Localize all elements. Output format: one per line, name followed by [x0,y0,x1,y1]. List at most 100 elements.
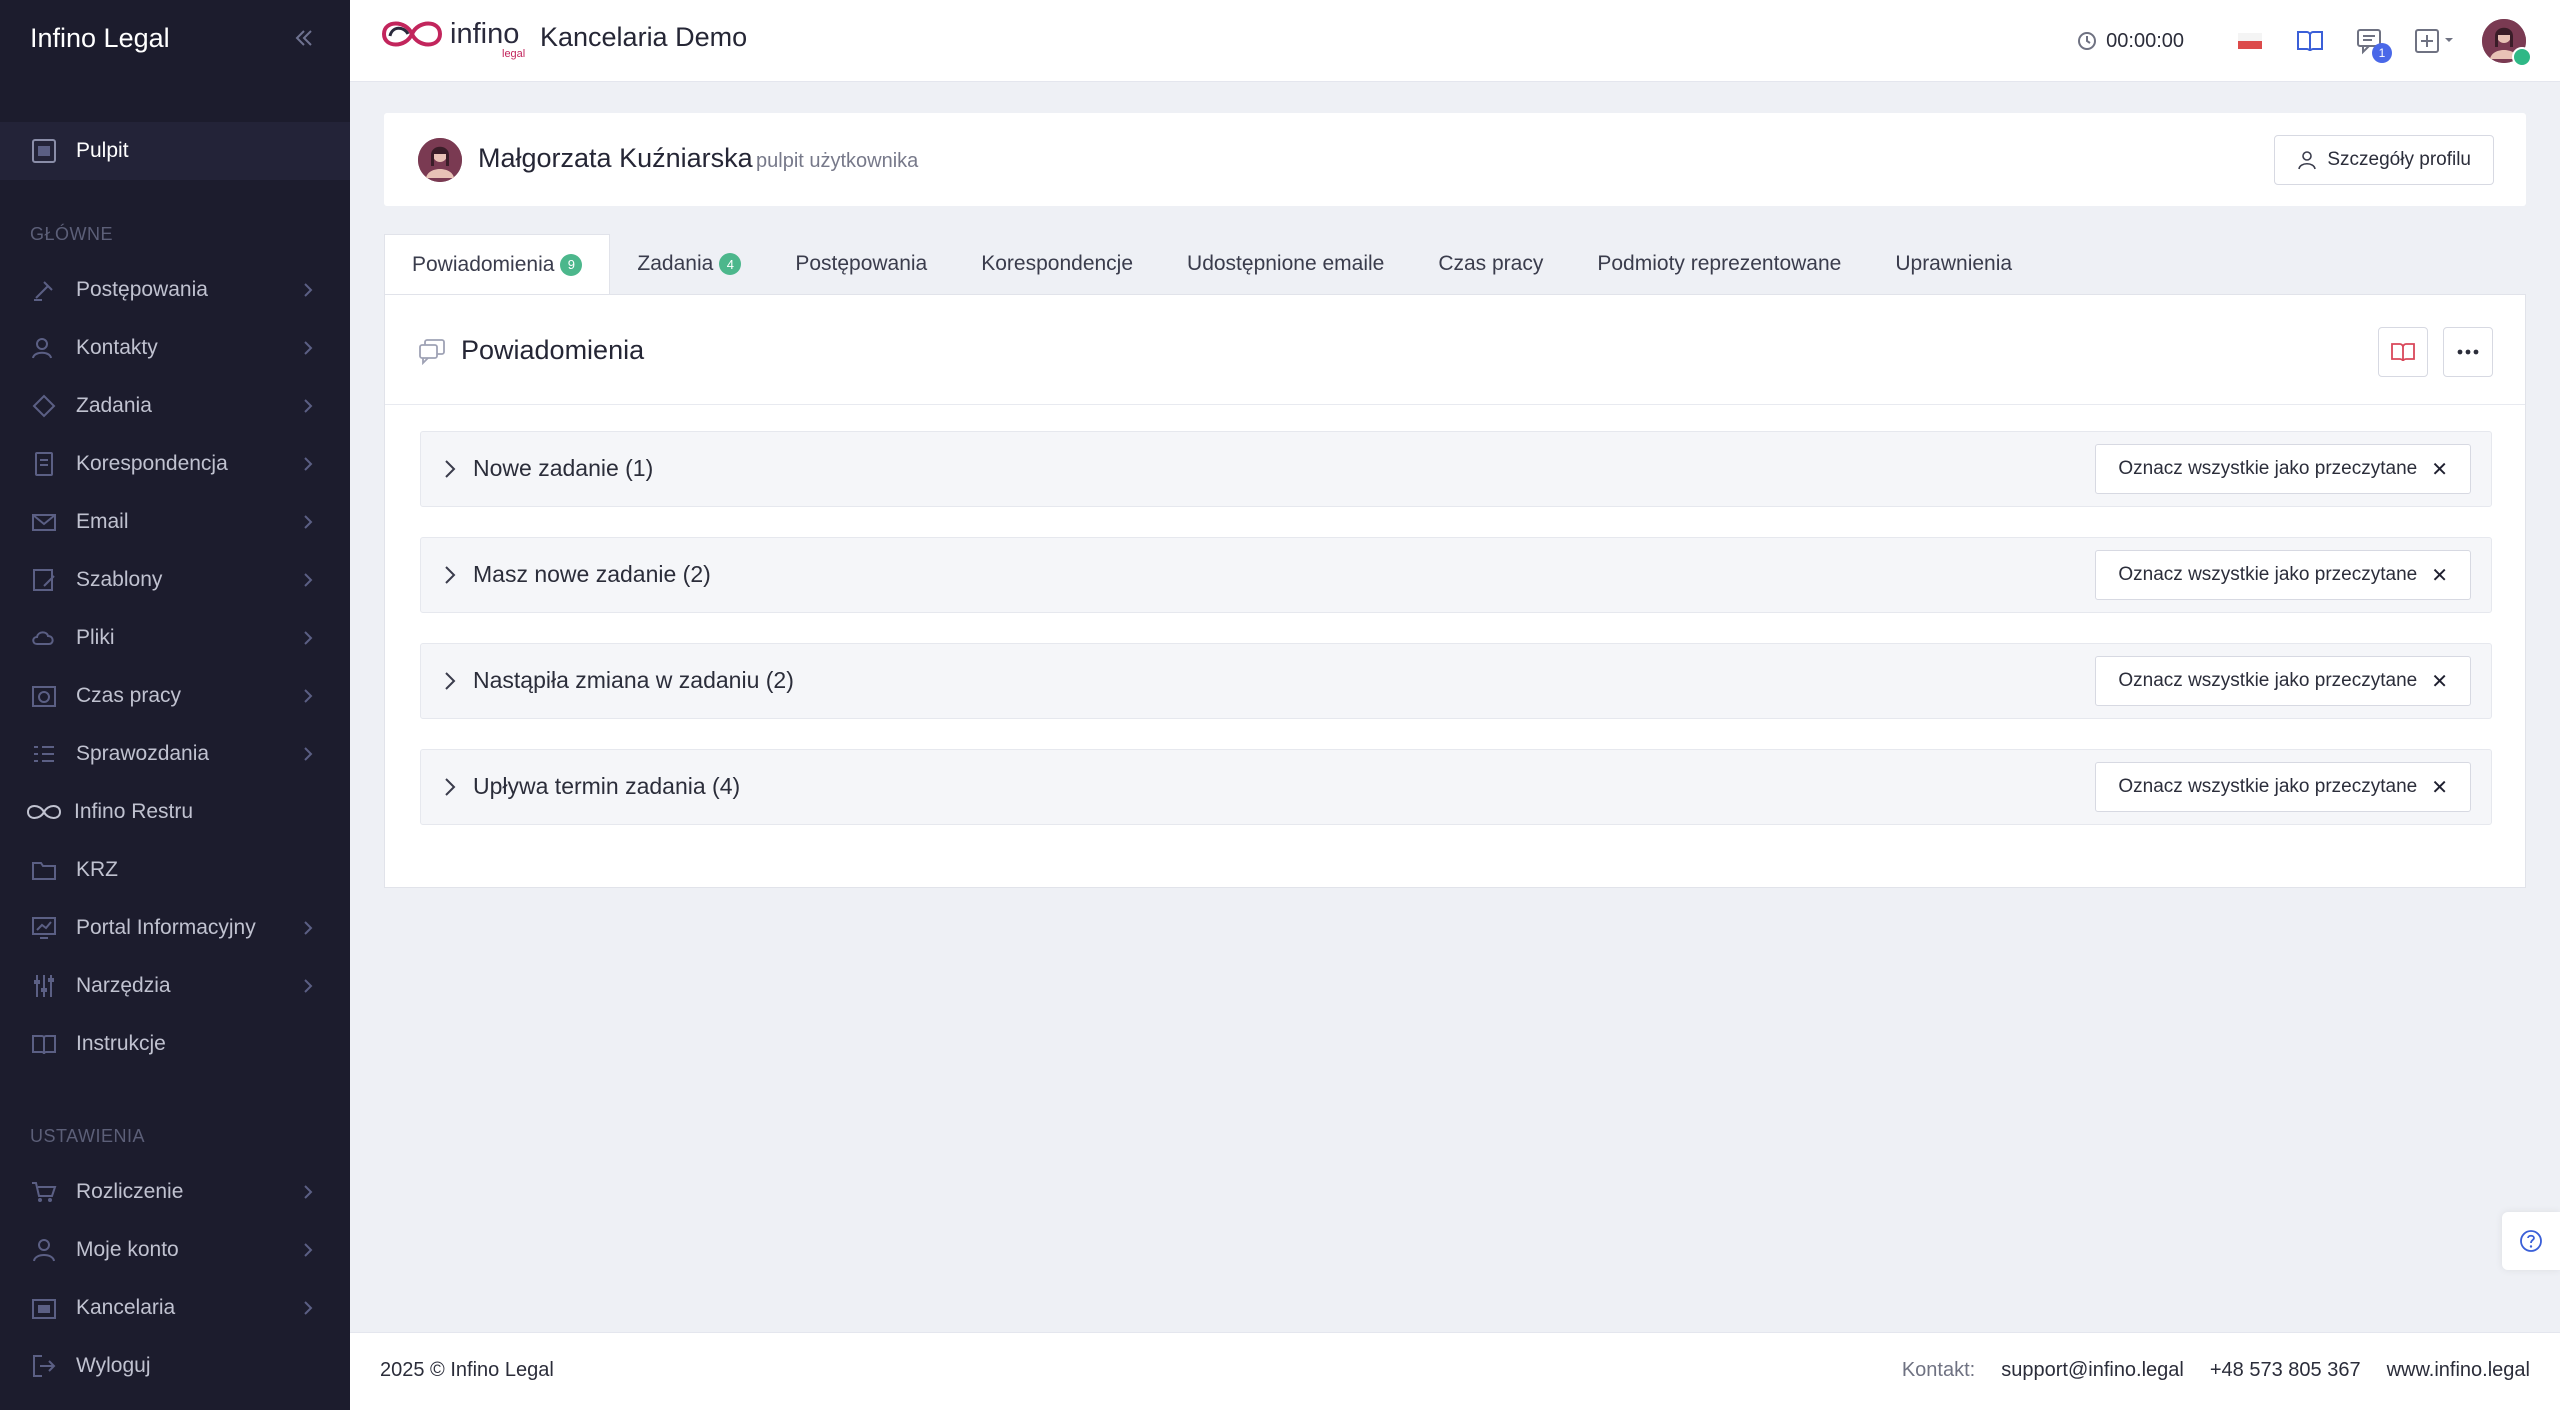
add-square-dropdown-icon [2415,29,2453,53]
more-options-button[interactable] [2443,327,2493,377]
sidebar-item-pulpit[interactable]: Pulpit [0,122,350,180]
sidebar-item-email[interactable]: Email [0,493,350,551]
sidebar-item-sprawozdania[interactable]: Sprawozdania [0,725,350,783]
notification-group[interactable]: Masz nowe zadanie (2) Oznacz wszystkie j… [420,537,2492,613]
tab-korespondencje[interactable]: Korespondencje [954,234,1160,294]
list-icon [28,738,60,770]
work-timer[interactable]: 00:00:00 [2076,30,2184,53]
tab-postepowania[interactable]: Postępowania [768,234,954,294]
logo-text: infino legal [450,18,525,60]
tab-uprawnienia[interactable]: Uprawnienia [1868,234,2039,294]
sidebar-item-label: Narzędzia [76,974,171,997]
mark-all-read-button[interactable]: Oznacz wszystkie jako przeczytane ✕ [2095,762,2471,812]
sidebar-section-main: GŁÓWNE [30,224,114,244]
close-icon: ✕ [2431,564,2448,587]
tab-udostepnione-emaile[interactable]: Udostępnione emaile [1160,234,1411,294]
folder-icon [28,854,60,886]
sidebar-item-wyloguj[interactable]: Wyloguj [0,1337,350,1395]
help-book-button[interactable] [2378,327,2428,377]
cloud-icon [28,622,60,654]
sidebar-item-portal-informacyjny[interactable]: Portal Informacyjny [0,899,350,957]
chevron-right-icon [304,341,313,355]
sidebar-item-label: Email [76,510,129,533]
notification-group[interactable]: Upływa termin zadania (4) Oznacz wszystk… [420,749,2492,825]
poland-flag-icon [2238,33,2262,49]
sidebar-item-infino-restru[interactable]: Infino Restru [0,783,350,841]
tab-label: Czas pracy [1438,252,1544,275]
website-link[interactable]: www.infino.legal [2387,1359,2530,1382]
tab-powiadomienia[interactable]: Powiadomienia 9 [384,234,611,294]
sidebar-item-label: Moje konto [76,1238,179,1261]
support-email-link[interactable]: support@infino.legal [2001,1359,2184,1382]
add-new-dropdown[interactable] [2408,19,2464,63]
sidebar-item-postepowania[interactable]: Postępowania [0,261,350,319]
infino-logo-icon [24,796,64,828]
sidebar-item-moje-konto[interactable]: Moje konto [0,1221,350,1279]
sidebar-item-kancelaria[interactable]: Kancelaria [0,1279,350,1337]
chevron-right-icon [304,283,313,297]
collapse-sidebar-icon[interactable] [288,22,320,54]
sidebar-item-label: Szablony [76,568,163,591]
sidebar: Infino Legal Pulpit GŁÓWNE Postępowania … [0,0,350,1410]
dashboard-icon [28,135,60,167]
logo-sub: legal [502,47,526,60]
tab-label: Korespondencje [981,252,1134,275]
chevron-right-icon[interactable] [443,776,457,798]
sidebar-item-label: Kancelaria [76,1296,176,1319]
sidebar-item-label: Instrukcje [76,1032,166,1055]
notification-group[interactable]: Nowe zadanie (1) Oznacz wszystkie jako p… [420,431,2492,507]
chevron-right-icon[interactable] [443,564,457,586]
sidebar-item-instrukcje[interactable]: Instrukcje [0,1015,350,1073]
tab-czas-pracy[interactable]: Czas pracy [1411,234,1570,294]
footer: 2025 © Infino Legal Kontakt: support@inf… [350,1332,2560,1410]
sidebar-item-kontakty[interactable]: Kontakty [0,319,350,377]
topbar: infino legal Kancelaria Demo 00:00:00 1 [350,0,2560,82]
tab-podmioty-reprezentowane[interactable]: Podmioty reprezentowane [1570,234,1868,294]
avatar-image [418,138,462,182]
manual-button[interactable] [2288,19,2332,63]
sidebar-item-pliki[interactable]: Pliki [0,609,350,667]
phone-link[interactable]: +48 573 805 367 [2210,1359,2361,1382]
chevron-right-icon [304,1301,313,1315]
notification-group[interactable]: Nastąpiła zmiana w zadaniu (2) Oznacz ws… [420,643,2492,719]
envelope-icon [28,506,60,538]
cart-icon [28,1176,60,1208]
help-float-button[interactable] [2502,1212,2560,1270]
mark-all-read-label: Oznacz wszystkie jako przeczytane [2118,564,2418,585]
chevron-right-icon [304,1185,313,1199]
sidebar-section-settings: USTAWIENIA [30,1126,146,1146]
timer-value: 00:00:00 [2106,29,2184,52]
mark-all-read-button[interactable]: Oznacz wszystkie jako przeczytane ✕ [2095,444,2471,494]
sidebar-item-narzedzia[interactable]: Narzędzia [0,957,350,1015]
chevron-right-icon[interactable] [443,458,457,480]
messages-button[interactable]: 1 [2348,19,2392,63]
tab-count-badge: 4 [719,253,742,275]
user-header-card: Małgorzata Kuźniarska pulpit użytkownika… [384,113,2526,206]
tasks-icon [28,390,60,422]
infino-logo[interactable]: infino legal [380,14,525,60]
sidebar-item-korespondencja[interactable]: Korespondencja [0,435,350,493]
sidebar-item-czas-pracy[interactable]: Czas pracy [0,667,350,725]
sidebar-item-szablony[interactable]: Szablony [0,551,350,609]
tab-label: Powiadomienia [412,252,555,276]
profile-details-button[interactable]: Szczegóły profilu [2274,135,2494,185]
language-flag-button[interactable] [2228,19,2272,63]
sidebar-item-krz[interactable]: KRZ [0,841,350,899]
chevron-right-icon [304,573,313,587]
sidebar-item-rozliczenie[interactable]: Rozliczenie [0,1163,350,1221]
mark-all-read-button[interactable]: Oznacz wszystkie jako przeczytane ✕ [2095,550,2471,600]
sidebar-item-label: Portal Informacyjny [76,916,256,939]
dashboard-tabs: Powiadomienia 9 Zadania 4 Postępowania K… [384,234,2039,294]
chevron-right-icon[interactable] [443,670,457,692]
tab-zadania[interactable]: Zadania 4 [610,234,768,294]
mark-all-read-button[interactable]: Oznacz wszystkie jako przeczytane ✕ [2095,656,2471,706]
document-icon [28,448,60,480]
chevron-right-icon [304,515,313,529]
topbar-actions: 00:00:00 1 [2076,14,2532,68]
gavel-icon [28,274,60,306]
user-avatar[interactable] [2482,19,2532,67]
notification-group-title: Nowe zadanie (1) [473,455,654,481]
infinity-logo-icon [381,21,443,47]
sidebar-item-zadania[interactable]: Zadania [0,377,350,435]
sliders-icon [28,970,60,1002]
